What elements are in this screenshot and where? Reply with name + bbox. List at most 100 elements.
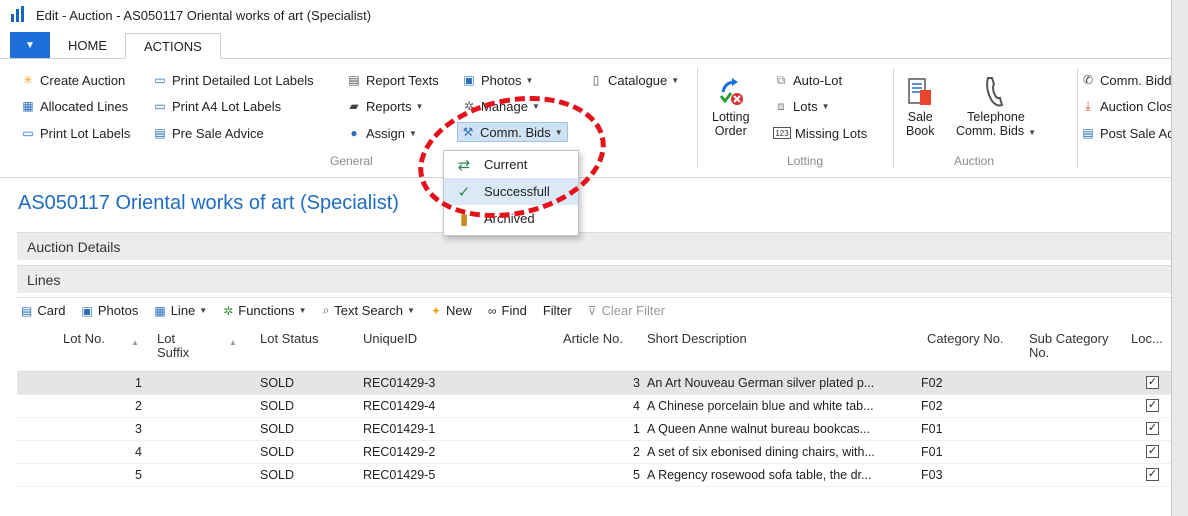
text-search-icon: ⌕ bbox=[322, 303, 330, 317]
location-checkbox[interactable]: ✓ bbox=[1146, 468, 1159, 481]
comm-bidder-button[interactable]: ✆ Comm. Bidde bbox=[1080, 70, 1171, 90]
col-header-article-no[interactable]: Article No. bbox=[563, 332, 623, 346]
table-row[interactable]: 2 SOLD REC01429-4 4 A Chinese porcelain … bbox=[17, 395, 1171, 418]
photo-icon: ▣ bbox=[463, 73, 475, 87]
grid-arrow-icon: ▦ bbox=[22, 99, 34, 113]
clear-filter-button[interactable]: ⊽ Clear Filter bbox=[588, 303, 665, 318]
print-detailed-lot-labels-button[interactable]: ▭ Print Detailed Lot Labels bbox=[152, 70, 313, 90]
checkmark-icon: ✓ bbox=[457, 183, 471, 201]
sort-ascending-icon: ▲ bbox=[131, 338, 139, 347]
person-icon: ● bbox=[350, 126, 358, 140]
auto-lot-icon: ⧉ bbox=[776, 72, 786, 87]
title-bar: Edit - Auction - AS050117 Oriental works… bbox=[0, 0, 1171, 30]
report-texts-button[interactable]: ▤ Report Texts bbox=[346, 70, 438, 90]
telephone-comm-bids-button[interactable]: Telephone Comm. Bids ▼ bbox=[956, 74, 1036, 140]
chevron-down-icon: ▼ bbox=[199, 306, 208, 315]
gear-icon: ✲ bbox=[463, 99, 475, 113]
file-menu-button[interactable]: ▼ bbox=[10, 32, 50, 58]
photos-button[interactable]: ▣ Photos ▼ bbox=[461, 70, 533, 90]
label-icon: ▭ bbox=[22, 126, 34, 140]
sale-book-button[interactable]: Sale Book bbox=[906, 74, 935, 138]
post-sale-advice-button[interactable]: ▤ Post Sale Adv bbox=[1080, 123, 1171, 143]
reports-button[interactable]: ▰ Reports ▼ bbox=[346, 96, 423, 116]
lots-icon: ⧈ bbox=[777, 98, 785, 113]
pre-sale-advice-button[interactable]: ▤ Pre Sale Advice bbox=[152, 123, 263, 143]
allocated-lines-button[interactable]: ▦ Allocated Lines bbox=[20, 96, 128, 116]
group-label-lotting: Lotting bbox=[787, 154, 824, 168]
find-button[interactable]: ∞ Find bbox=[488, 303, 527, 318]
hammer-icon: ⚒ bbox=[462, 125, 474, 139]
binoculars-icon: ∞ bbox=[487, 303, 497, 318]
telephone-icon bbox=[982, 74, 1010, 110]
group-label-auction: Auction bbox=[954, 154, 995, 168]
lots-button[interactable]: ⧈ Lots ▼ bbox=[773, 96, 830, 116]
chevron-down-icon: ▼ bbox=[821, 101, 830, 111]
col-header-sub-category-no[interactable]: Sub Category No. bbox=[1029, 332, 1109, 360]
col-header-lot-no[interactable]: Lot No. bbox=[63, 332, 105, 346]
location-checkbox[interactable]: ✓ bbox=[1146, 376, 1159, 389]
line-menu-button[interactable]: ▦ Line ▼ bbox=[154, 303, 207, 318]
ribbon-separator bbox=[697, 68, 698, 168]
menu-item-current[interactable]: ⇄ Current bbox=[444, 151, 578, 178]
lines-section[interactable]: Lines bbox=[17, 265, 1171, 293]
table-row[interactable]: 3 SOLD REC01429-1 1 A Queen Anne walnut … bbox=[17, 418, 1171, 441]
col-header-loc[interactable]: Loc... bbox=[1131, 332, 1163, 346]
functions-menu-button[interactable]: ✲ Functions ▼ bbox=[223, 303, 306, 318]
assign-button[interactable]: ● Assign ▼ bbox=[346, 123, 417, 143]
photos-toolbar-button[interactable]: ▣ Photos bbox=[82, 303, 139, 318]
photo-icon: ▣ bbox=[81, 303, 93, 318]
table-row[interactable]: 5 SOLD REC01429-5 5 A Regency rosewood s… bbox=[17, 464, 1171, 487]
col-header-short-description[interactable]: Short Description bbox=[647, 332, 747, 346]
location-checkbox[interactable]: ✓ bbox=[1146, 399, 1159, 412]
missing-lots-button[interactable]: 123 Missing Lots bbox=[773, 123, 867, 143]
number-icon: 123 bbox=[773, 127, 791, 139]
card-button[interactable]: ▤ Card bbox=[21, 303, 66, 318]
auction-close-button[interactable]: ⤓ Auction Close bbox=[1080, 96, 1171, 116]
chevron-down-icon: ▼ bbox=[531, 101, 540, 111]
print-a4-lot-labels-button[interactable]: ▭ Print A4 Lot Labels bbox=[152, 96, 281, 116]
new-button[interactable]: ✦ New bbox=[431, 303, 472, 318]
clear-filter-icon: ⊽ bbox=[587, 303, 597, 318]
filter-button[interactable]: Filter bbox=[543, 303, 572, 318]
create-auction-button[interactable]: ✳ Create Auction bbox=[20, 70, 125, 90]
col-header-category-no[interactable]: Category No. bbox=[927, 332, 1004, 346]
document-icon: ▤ bbox=[348, 73, 360, 87]
chevron-down-icon: ▼ bbox=[525, 75, 534, 85]
menu-item-archived[interactable]: ▮ Archived bbox=[444, 205, 578, 232]
main-window: Edit - Auction - AS050117 Oriental works… bbox=[0, 0, 1172, 516]
download-arrow-icon: ⤓ bbox=[1085, 98, 1091, 113]
comm-bids-button[interactable]: ⚒ Comm. Bids ▼ bbox=[457, 122, 568, 142]
table-row[interactable]: 4 SOLD REC01429-2 2 A set of six ebonise… bbox=[17, 441, 1171, 464]
comm-bids-dropdown: ⇄ Current ✓ Successfull ▮ Archived bbox=[443, 150, 579, 236]
ribbon: ✳ Create Auction ▦ Allocated Lines ▭ Pri… bbox=[0, 60, 1171, 178]
new-document-icon: ✦ bbox=[430, 303, 441, 318]
window-title: Edit - Auction - AS050117 Oriental works… bbox=[36, 7, 372, 23]
gears-icon: ✲ bbox=[223, 303, 234, 318]
text-search-button[interactable]: ⌕ Text Search ▼ bbox=[323, 303, 415, 318]
location-checkbox[interactable]: ✓ bbox=[1146, 422, 1159, 435]
print-lot-labels-button[interactable]: ▭ Print Lot Labels bbox=[20, 123, 130, 143]
report-icon: ▤ bbox=[154, 126, 166, 140]
tab-actions[interactable]: ACTIONS bbox=[125, 33, 221, 59]
col-header-lot-status[interactable]: Lot Status bbox=[260, 332, 319, 346]
page-icon: ▯ bbox=[592, 73, 600, 87]
location-checkbox[interactable]: ✓ bbox=[1146, 445, 1159, 458]
menu-item-successfull[interactable]: ✓ Successfull bbox=[444, 178, 578, 205]
page-title: AS050117 Oriental works of art (Speciali… bbox=[18, 192, 399, 214]
tab-home[interactable]: HOME bbox=[50, 32, 125, 58]
auto-lot-button[interactable]: ⧉ Auto-Lot bbox=[773, 70, 842, 90]
grid-header: Lot No. ▲ Lot Suffix ▲ Lot Status Unique… bbox=[17, 324, 1171, 372]
chevron-down-icon: ▼ bbox=[406, 306, 415, 315]
table-row[interactable]: 1 SOLD REC01429-3 3 An Art Nouveau Germa… bbox=[17, 372, 1171, 395]
ribbon-separator bbox=[893, 68, 894, 168]
col-header-lot-suffix[interactable]: Lot Suffix bbox=[157, 332, 189, 360]
chevron-down-icon: ▼ bbox=[298, 306, 307, 315]
manage-button[interactable]: ✲ Manage ▼ bbox=[461, 96, 540, 116]
lotting-order-button[interactable]: Lotting Order bbox=[712, 74, 750, 138]
label-icon: ▭ bbox=[154, 73, 166, 87]
col-header-unique-id[interactable]: UniqueID bbox=[363, 332, 417, 346]
app-bar-chart-icon bbox=[10, 6, 28, 24]
catalogue-button[interactable]: ▯ Catalogue ▼ bbox=[588, 70, 680, 90]
auction-details-section[interactable]: Auction Details bbox=[17, 232, 1171, 260]
sort-ascending-icon: ▲ bbox=[229, 338, 237, 347]
